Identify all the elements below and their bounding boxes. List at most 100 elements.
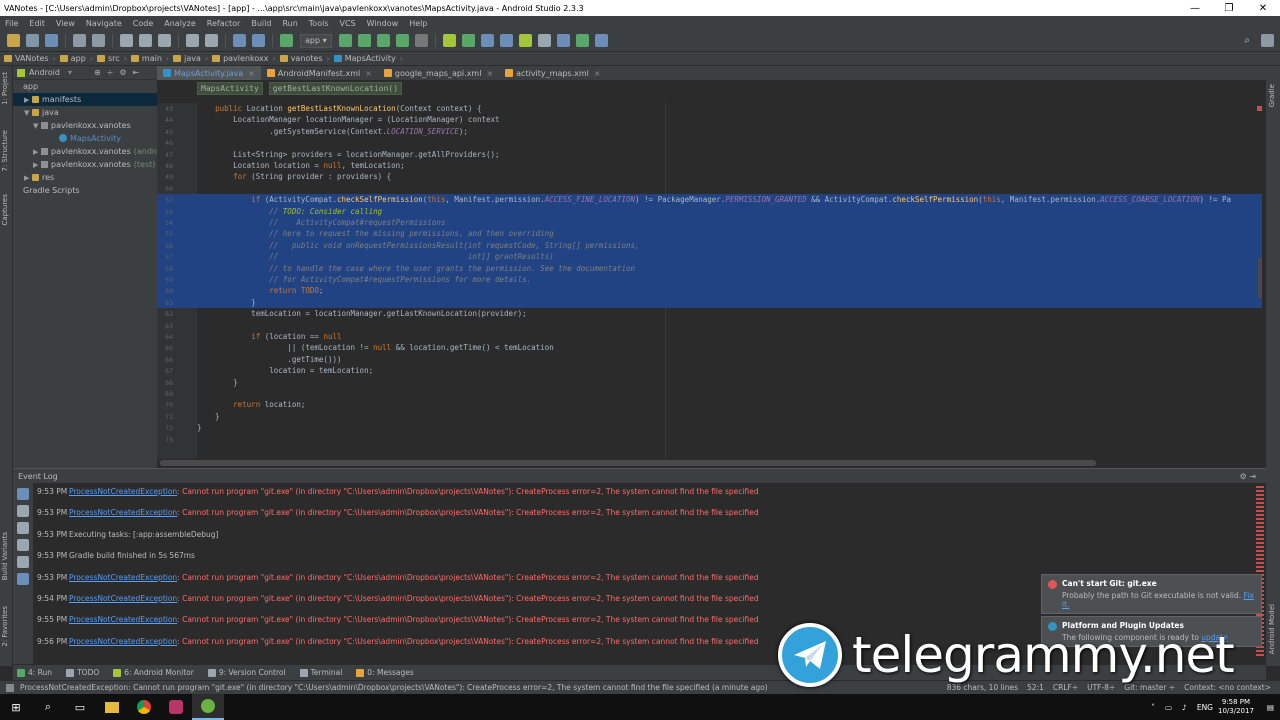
bottom-tool-tab[interactable]: 9: Version Control bbox=[207, 668, 286, 677]
network-icon[interactable]: ▭ bbox=[1165, 703, 1172, 712]
revert-icon[interactable] bbox=[537, 34, 551, 47]
bottom-tool-tab[interactable]: 4: Run bbox=[17, 668, 52, 677]
error-stripe-marker[interactable] bbox=[1257, 106, 1262, 111]
find-icon[interactable] bbox=[186, 34, 199, 47]
tree-item[interactable]: ▶ manifests bbox=[13, 93, 157, 106]
breadcrumb-item[interactable]: src › bbox=[97, 54, 127, 63]
tree-item[interactable]: Gradle Scripts bbox=[13, 184, 157, 197]
editor-scrollbar[interactable] bbox=[1258, 258, 1262, 298]
tree-item[interactable]: ▼ java bbox=[13, 106, 157, 119]
save-icon[interactable] bbox=[26, 34, 39, 47]
horizontal-scrollbar[interactable] bbox=[160, 460, 1096, 466]
exception-link[interactable]: ProcessNotCreatedException bbox=[69, 573, 177, 582]
menu-item-window[interactable]: Window bbox=[367, 19, 399, 28]
soft-wrap-icon[interactable] bbox=[17, 522, 29, 534]
project-tool-button[interactable]: 1: Project bbox=[1, 72, 9, 105]
project-view-selector[interactable]: Android bbox=[29, 68, 60, 77]
tray-up-arrow-icon[interactable]: ˄ bbox=[1151, 703, 1155, 712]
close-tab-icon[interactable]: × bbox=[365, 69, 372, 78]
breadcrumb-item[interactable]: app › bbox=[59, 54, 93, 63]
search-icon[interactable]: ⌕ bbox=[32, 694, 64, 720]
tree-item[interactable]: ▼ pavlenkoxx.vanotes bbox=[13, 119, 157, 132]
back-icon[interactable] bbox=[233, 34, 246, 47]
notification-center-icon[interactable]: ▤ bbox=[1267, 703, 1274, 712]
help-icon[interactable] bbox=[17, 573, 29, 585]
tree-item[interactable]: ▶ res bbox=[13, 171, 157, 184]
menu-item-refactor[interactable]: Refactor bbox=[207, 19, 241, 28]
menu-item-run[interactable]: Run bbox=[282, 19, 297, 28]
paste-icon[interactable] bbox=[158, 34, 171, 47]
file-explorer-icon[interactable] bbox=[96, 694, 128, 720]
android-device-monitor-icon[interactable] bbox=[518, 34, 532, 47]
build-variants-tool-button[interactable]: Build Variants bbox=[1, 532, 9, 580]
close-tab-icon[interactable]: × bbox=[248, 69, 255, 78]
run-configuration-select[interactable]: app ▾ bbox=[300, 33, 332, 48]
redo-icon[interactable] bbox=[92, 34, 105, 47]
avd-manager-icon[interactable] bbox=[442, 34, 456, 47]
scroll-from-source-icon[interactable]: ⊕ bbox=[94, 68, 101, 77]
tool-windows-icon[interactable] bbox=[6, 683, 14, 692]
dropdown-arrow-icon[interactable]: ▾ bbox=[68, 68, 72, 77]
cut-icon[interactable] bbox=[120, 34, 133, 47]
bottom-tool-tab[interactable]: 6: Android Monitor bbox=[113, 668, 194, 677]
menu-item-code[interactable]: Code bbox=[133, 19, 153, 28]
android-studio-icon[interactable] bbox=[192, 694, 224, 720]
clear-all-icon[interactable] bbox=[17, 556, 29, 568]
exception-link[interactable]: ProcessNotCreatedException bbox=[69, 508, 177, 517]
menu-item-analyze[interactable]: Analyze bbox=[164, 19, 196, 28]
menu-item-file[interactable]: File bbox=[5, 19, 18, 28]
exception-link[interactable]: ProcessNotCreatedException bbox=[69, 594, 177, 603]
task-view-icon[interactable]: ▭ bbox=[64, 694, 96, 720]
sync-icon[interactable] bbox=[45, 34, 58, 47]
close-tab-icon[interactable]: × bbox=[486, 69, 493, 78]
copy-icon[interactable] bbox=[139, 34, 152, 47]
structure-tool-button[interactable]: 7: Structure bbox=[1, 130, 9, 172]
debug-icon[interactable] bbox=[357, 34, 371, 47]
method-crumb[interactable]: getBestLastKnownLocation() bbox=[268, 81, 403, 95]
project-structure-icon[interactable] bbox=[499, 34, 513, 47]
attach-debugger-icon[interactable] bbox=[376, 34, 390, 47]
menu-item-navigate[interactable]: Navigate bbox=[86, 19, 122, 28]
scroll-to-end-icon[interactable] bbox=[17, 539, 29, 551]
minimize-button[interactable]: — bbox=[1178, 3, 1212, 14]
bottom-tool-tab[interactable]: TODO bbox=[66, 668, 99, 677]
code-area[interactable]: 43 public Location getBestLastKnownLocat… bbox=[157, 103, 1262, 459]
help-icon[interactable] bbox=[594, 34, 608, 47]
clock[interactable]: 9:58 PM 10/3/2017 bbox=[1218, 698, 1254, 716]
class-crumb[interactable]: MapsActivity bbox=[197, 81, 263, 95]
editor-tab[interactable]: activity_maps.xml × bbox=[499, 66, 606, 80]
sync-gradle-icon[interactable] bbox=[480, 34, 494, 47]
captures-tool-button[interactable]: Captures bbox=[1, 194, 9, 225]
undo-icon[interactable] bbox=[73, 34, 86, 47]
tree-item[interactable]: app bbox=[13, 80, 157, 93]
volume-icon[interactable]: ♪ bbox=[1182, 703, 1187, 712]
exception-link[interactable]: ProcessNotCreatedException bbox=[69, 487, 177, 496]
exception-link[interactable]: ProcessNotCreatedException bbox=[69, 615, 177, 624]
editor-tab[interactable]: MapsActivity.java × bbox=[157, 66, 261, 80]
close-tab-icon[interactable]: × bbox=[594, 69, 601, 78]
tree-item[interactable]: MapsActivity bbox=[13, 132, 157, 145]
layout-inspector-icon[interactable] bbox=[556, 34, 570, 47]
app-icon[interactable] bbox=[160, 694, 192, 720]
favorites-tool-button[interactable]: 2: Favorites bbox=[1, 606, 9, 647]
settings-gear-icon[interactable]: ⚙ bbox=[119, 68, 126, 77]
gradle-tool-button[interactable]: Gradle bbox=[1268, 84, 1276, 107]
close-button[interactable]: ✕ bbox=[1246, 3, 1280, 14]
toolbar-menu-icon[interactable] bbox=[1261, 34, 1274, 47]
stop-icon[interactable] bbox=[414, 34, 428, 47]
replace-icon[interactable] bbox=[205, 34, 218, 47]
open-icon[interactable] bbox=[7, 34, 20, 47]
exception-link[interactable]: ProcessNotCreatedException bbox=[69, 637, 177, 646]
editor-tab[interactable]: AndroidManifest.xml × bbox=[261, 66, 378, 80]
status-message[interactable]: ProcessNotCreatedException: Cannot run p… bbox=[0, 683, 880, 692]
breadcrumb-item[interactable]: main › bbox=[130, 54, 169, 63]
maximize-button[interactable]: ❐ bbox=[1212, 3, 1246, 14]
menu-item-view[interactable]: View bbox=[56, 19, 75, 28]
profile-icon[interactable] bbox=[395, 34, 409, 47]
breadcrumb-item[interactable]: VANotes › bbox=[4, 54, 56, 63]
android-model-tool-button[interactable]: Android Model bbox=[1268, 604, 1276, 654]
bottom-tool-tab[interactable]: Terminal bbox=[299, 668, 342, 677]
chrome-icon[interactable] bbox=[128, 694, 160, 720]
run-icon[interactable] bbox=[338, 34, 352, 47]
collapse-all-icon[interactable]: ÷ bbox=[107, 68, 114, 77]
